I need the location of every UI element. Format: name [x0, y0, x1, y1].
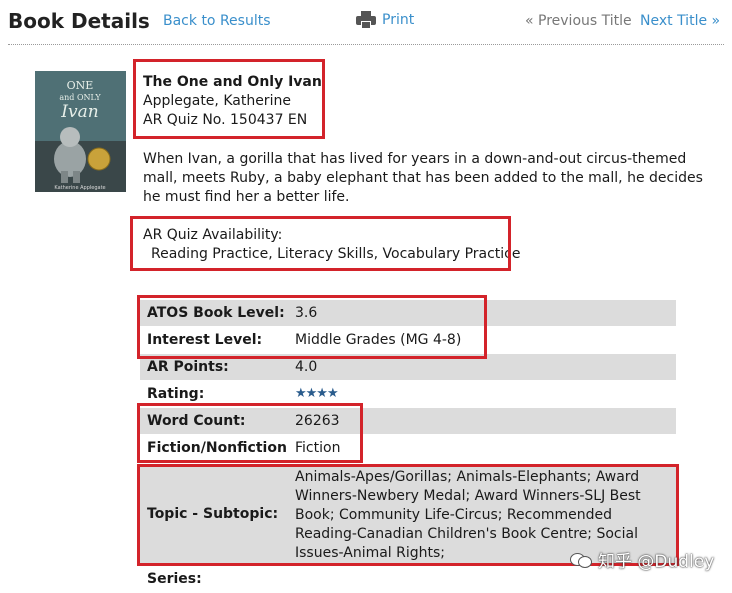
previous-title-link[interactable]: « Previous Title	[525, 13, 632, 29]
cover-title-line3: Ivan	[60, 102, 98, 122]
series-label: Series:	[147, 571, 202, 587]
header-divider	[8, 44, 724, 45]
back-to-results-link[interactable]: Back to Results	[163, 13, 271, 29]
book-description: When Ivan, a gorilla that has lived for …	[143, 151, 703, 205]
cover-author: Katherine Applegate	[54, 185, 105, 191]
page-title: Book Details	[8, 9, 150, 33]
rating-label: Rating:	[147, 386, 205, 402]
highlight-box-levels	[137, 295, 487, 359]
highlight-box-title	[133, 59, 325, 139]
watermark-text: 知乎 @Dudley	[598, 552, 715, 572]
points-value: 4.0	[295, 359, 318, 375]
points-label: AR Points:	[147, 359, 229, 375]
next-title-link[interactable]: Next Title »	[640, 13, 720, 29]
print-label: Print	[382, 12, 415, 28]
cover-title-line1: ONE	[67, 79, 94, 92]
chat-bubbles-icon	[570, 551, 592, 569]
book-cover-art: ONE and ONLY Ivan Katherine Applegate	[35, 71, 126, 192]
watermark: 知乎 @Dudley	[570, 547, 714, 572]
rating-stars-icon: ★★★★	[295, 386, 339, 401]
book-cover-image[interactable]: ONE and ONLY Ivan Katherine Applegate	[35, 71, 126, 192]
highlight-box-word-count	[137, 403, 363, 463]
print-button[interactable]: Print	[356, 11, 414, 29]
cover-title-line2: and ONLY	[59, 93, 101, 102]
printer-icon	[356, 11, 376, 29]
highlight-box-availability	[130, 216, 511, 271]
